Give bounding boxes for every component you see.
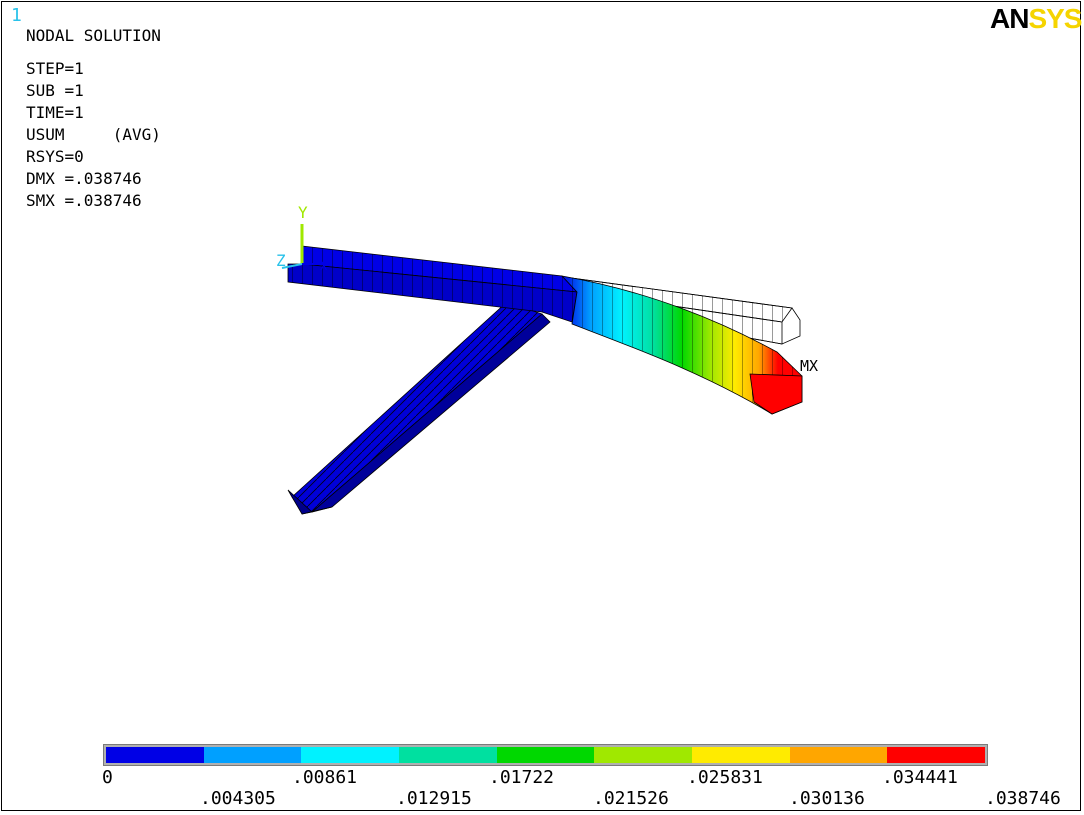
- graphics-window[interactable]: 1 ANSYS NODAL SOLUTION STEP=1 SUB =1 TIM…: [1, 1, 1082, 811]
- horizontal-member-fixed: [287, 245, 579, 323]
- legend-label-top-2: .00861: [292, 767, 358, 788]
- legend-label-bottom-3: .021526: [593, 788, 669, 809]
- triad-x-label: X: [320, 259, 328, 273]
- legend-swatch-8: [789, 747, 888, 763]
- max-label: MX: [800, 357, 818, 375]
- legend-label-top-5: .034441: [882, 767, 958, 788]
- legend-label-top-4: .025831: [687, 767, 763, 788]
- diagonal-member: [287, 301, 551, 515]
- legend-label-top-1: 0: [102, 767, 113, 788]
- legend-label-bottom-4: .030136: [789, 788, 865, 809]
- legend-swatch-2: [203, 747, 302, 763]
- legend-label-bottom-2: .012915: [396, 788, 472, 809]
- legend-swatch-6: [594, 747, 693, 763]
- legend-swatch-5: [496, 747, 595, 763]
- legend-swatch-7: [692, 747, 790, 763]
- legend-label-bottom-5: .038746: [985, 788, 1061, 809]
- legend-label-top-3: .01722: [489, 767, 555, 788]
- coordinate-triad: Y Z X: [276, 203, 328, 273]
- triad-y-label: Y: [298, 203, 308, 222]
- legend-swatch-3: [301, 747, 400, 763]
- legend-swatch-4: [399, 747, 497, 763]
- legend-label-bottom-1: .004305: [200, 788, 276, 809]
- fe-model-view: Y Z X MX: [276, 203, 818, 515]
- contour-legend-bar: [103, 744, 988, 766]
- legend-swatch-9: [887, 747, 986, 763]
- triad-z-label: Z: [276, 251, 286, 270]
- legend-swatch-1: [106, 747, 204, 763]
